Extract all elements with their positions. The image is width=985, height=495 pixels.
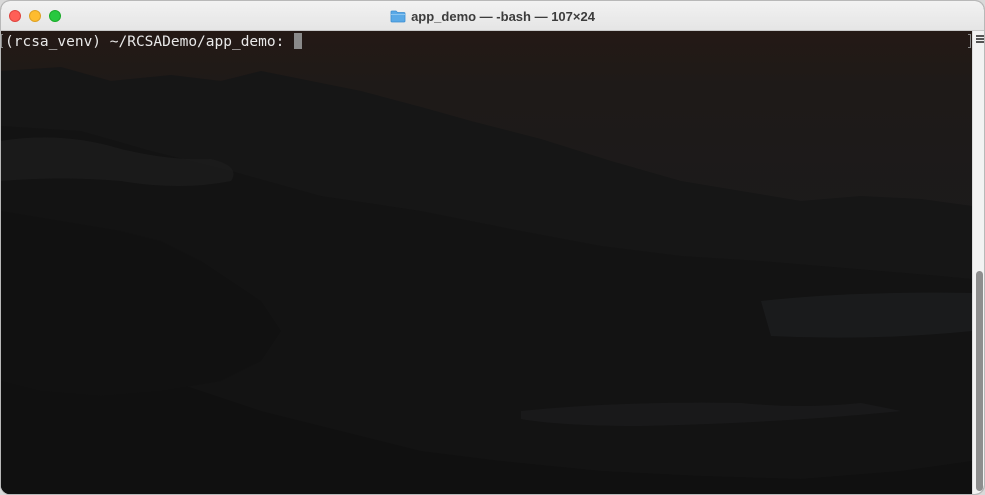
mark-right-bracket xyxy=(968,34,971,48)
folder-icon xyxy=(390,10,406,23)
prompt-line[interactable]: (rcsa_venv) ~/RCSADemo/app_demo: xyxy=(5,33,303,51)
terminal-content[interactable]: (rcsa_venv) ~/RCSADemo/app_demo: xyxy=(1,31,972,494)
window-title: app_demo — -bash — 107×24 xyxy=(411,8,595,24)
scrollbar-thumb[interactable] xyxy=(976,271,983,491)
text-cursor xyxy=(294,33,303,49)
title-bar[interactable]: app_demo — -bash — 107×24 xyxy=(1,1,984,31)
window-title-container: app_demo — -bash — 107×24 xyxy=(1,1,984,31)
hamburger-menu-icon[interactable] xyxy=(976,35,984,43)
background-landscape xyxy=(1,31,972,494)
mark-left-bracket xyxy=(1,34,3,48)
terminal-window: app_demo — -bash — 107×24 (rcsa_venv) ~/… xyxy=(0,0,985,495)
prompt-text: (rcsa_venv) ~/RCSADemo/app_demo: xyxy=(5,34,294,50)
scrollbar[interactable] xyxy=(972,31,984,494)
